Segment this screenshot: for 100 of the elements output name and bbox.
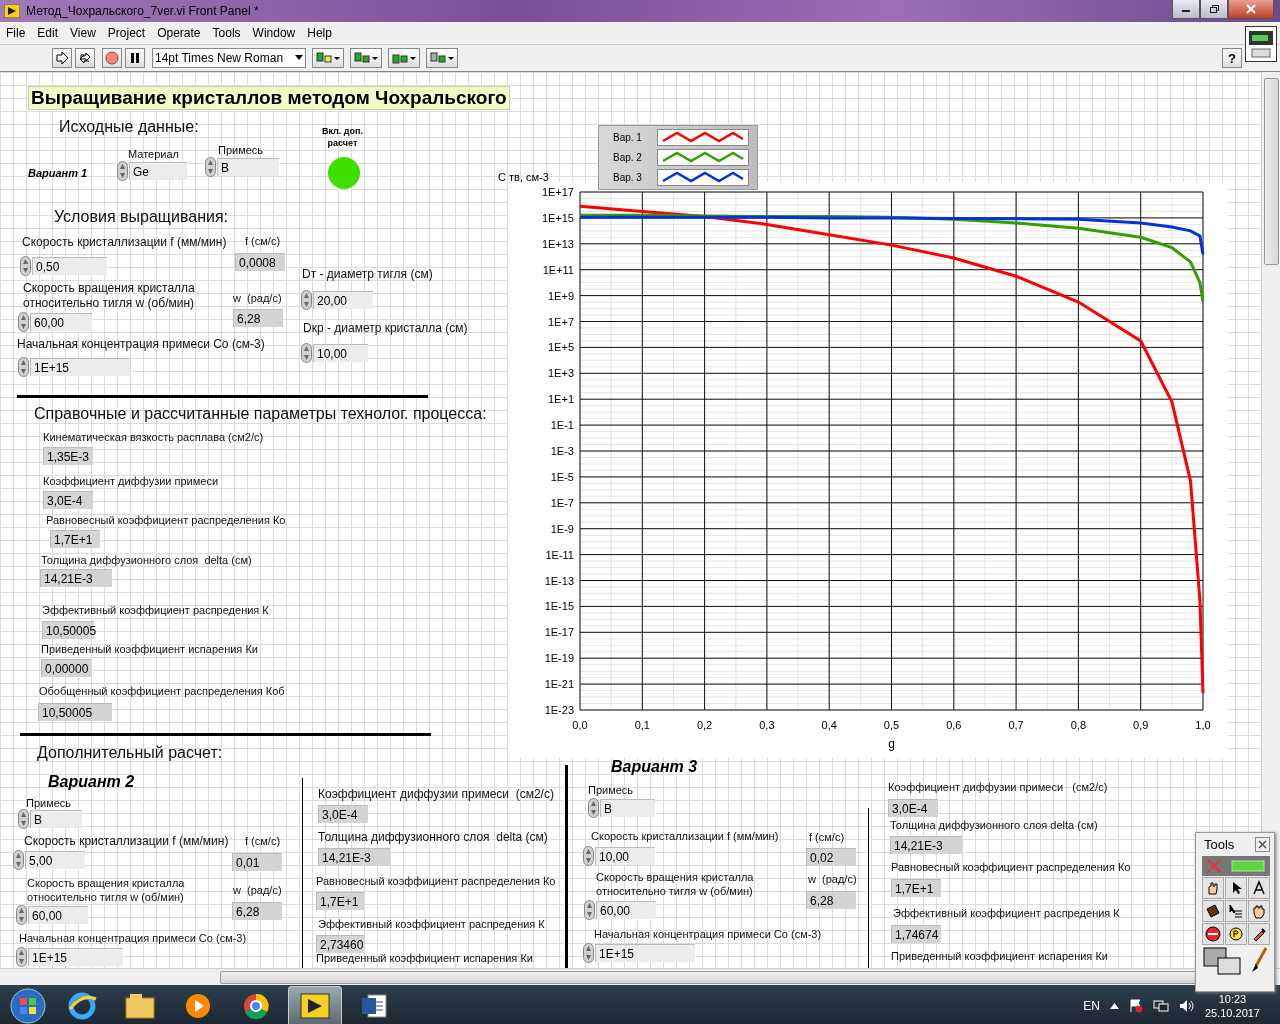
hand-icon[interactable] xyxy=(1248,900,1270,922)
reorder-button[interactable] xyxy=(426,48,458,68)
numeric-indicator: 0,00000 xyxy=(41,659,91,677)
spinner-button[interactable] xyxy=(18,357,29,377)
distribute-objects-button[interactable] xyxy=(350,48,382,68)
close-button[interactable] xyxy=(1255,837,1270,852)
numeric-control[interactable]: 10,00 xyxy=(313,344,368,362)
spinner-button[interactable] xyxy=(18,809,29,829)
menu-item[interactable]: Help xyxy=(301,26,338,40)
network-icon[interactable] xyxy=(1152,999,1169,1013)
probe-icon[interactable] xyxy=(1225,923,1247,945)
spinner-button[interactable] xyxy=(301,343,312,363)
control-label: Начальная концентрация примеси Со (см-3) xyxy=(19,932,247,946)
pause-button[interactable] xyxy=(125,48,145,68)
spinner-button[interactable] xyxy=(117,161,128,181)
window-title: Метод_Чохральского_7ver.vi Front Panel * xyxy=(26,4,260,18)
ring-control[interactable]: B xyxy=(600,799,655,817)
menu-item[interactable]: File xyxy=(0,26,32,40)
clock-time[interactable]: 10:23 xyxy=(1218,991,1247,1006)
axis-tick-label: 0,2 xyxy=(696,719,713,731)
help-button[interactable]: ? xyxy=(1222,48,1242,68)
numeric-indicator: 14,21E-3 xyxy=(890,836,962,854)
numeric-control[interactable]: 60,00 xyxy=(596,901,656,919)
axis-tick-label: 1E-7 xyxy=(550,496,574,509)
numeric-control[interactable]: 60,00 xyxy=(28,906,88,924)
speaker-icon[interactable] xyxy=(1178,999,1195,1013)
clock-date[interactable]: 25.10.2017 xyxy=(1204,1006,1260,1021)
run-button[interactable] xyxy=(52,48,72,68)
abort-button[interactable] xyxy=(102,48,122,68)
spinner-button[interactable] xyxy=(20,256,31,276)
numeric-control[interactable]: 10,00 xyxy=(595,847,655,865)
control-label: Dкр - диаметр кристалла (см) xyxy=(303,321,468,336)
text-cursor-icon[interactable] xyxy=(1248,877,1270,899)
spinner-button[interactable] xyxy=(18,312,29,332)
align-objects-button[interactable] xyxy=(312,48,344,68)
menu-item[interactable]: Operate xyxy=(151,26,207,40)
axis-tick-label: 1E+11 xyxy=(542,263,574,276)
axis-tick-label: 0,3 xyxy=(759,719,775,731)
font-dropdown[interactable]: 14pt Times New Roman xyxy=(152,48,306,68)
spinner-button[interactable] xyxy=(583,846,594,866)
spinner-button[interactable] xyxy=(16,905,27,925)
stop-sign-icon[interactable] xyxy=(1202,923,1224,945)
spinner-button[interactable] xyxy=(13,850,24,870)
run-continuously-button[interactable] xyxy=(75,48,95,68)
indicator-label: w (рад/с) xyxy=(808,873,857,887)
numeric-control[interactable]: 1E+15 xyxy=(30,358,130,376)
axis-tick-label: 1E-3 xyxy=(550,445,574,457)
menu-pointer-icon[interactable] xyxy=(1225,900,1247,922)
numeric-indicator: 6,28 xyxy=(806,891,856,909)
app-icon xyxy=(4,4,20,18)
section-heading: Условия выращивания: xyxy=(54,208,229,226)
spinner-button[interactable] xyxy=(205,157,216,177)
app-icon[interactable] xyxy=(288,986,342,1024)
variant-label: Вариант 2 xyxy=(48,773,135,791)
palette-title: Tools xyxy=(1204,837,1235,852)
resize-objects-button[interactable] xyxy=(388,48,420,68)
numeric-control[interactable]: 60,00 xyxy=(30,313,92,331)
ring-control[interactable]: Ge xyxy=(129,162,187,180)
hand-icon[interactable] xyxy=(1202,877,1224,899)
legend-label: Вар. 1 xyxy=(613,132,643,143)
spinner-button[interactable] xyxy=(583,943,594,963)
ring-control[interactable]: B xyxy=(30,810,82,828)
spinner-button[interactable] xyxy=(301,290,312,310)
vi-icon[interactable] xyxy=(1245,26,1277,62)
panel-title: Выращивание кристаллов методом Чохральского xyxy=(28,86,510,110)
menu-item[interactable]: Tools xyxy=(206,26,247,40)
legend-label: Вар. 3 xyxy=(613,172,643,183)
spinner-button[interactable] xyxy=(588,798,599,818)
up-arrow-icon[interactable] xyxy=(1109,1003,1119,1009)
menu-item[interactable]: View xyxy=(64,26,102,40)
spinner-button[interactable] xyxy=(584,900,595,920)
numeric-control[interactable]: 20,00 xyxy=(313,291,373,309)
close-icon xyxy=(1246,4,1256,14)
control-label: Скорость вращения кристалла относительно тигля w (об/мин) xyxy=(596,871,754,899)
numeric-control[interactable]: 1E+15 xyxy=(595,944,695,962)
loop-arrows-icon xyxy=(78,51,92,65)
numeric-control[interactable]: 1E+15 xyxy=(28,948,123,966)
ring-control[interactable]: B xyxy=(217,158,279,176)
numeric-control[interactable]: 0,50 xyxy=(32,257,107,275)
horizontal-scrollbar[interactable] xyxy=(0,968,1280,985)
minimize-button[interactable] xyxy=(1172,0,1200,19)
restore-button[interactable] xyxy=(1200,0,1228,19)
flag-icon[interactable] xyxy=(1128,999,1143,1013)
close-button[interactable] xyxy=(1228,0,1274,19)
indicator-label: Толщина диффузионного слоя delta (см) xyxy=(890,819,1098,833)
axis-tick-label: 0,8 xyxy=(1070,719,1087,731)
menu-item[interactable]: Window xyxy=(246,26,302,40)
spinner-button[interactable] xyxy=(16,947,27,967)
menu-item[interactable]: Project xyxy=(101,26,152,40)
eyedropper-icon[interactable] xyxy=(1248,923,1270,945)
axis-tick-label: 1E-19 xyxy=(544,652,574,665)
language-indicator[interactable]: EN xyxy=(1083,999,1100,1013)
menu-item[interactable]: Edit xyxy=(31,26,65,40)
indicator-label: Коэффициент диффузии примеси (см2/с) xyxy=(318,787,554,802)
blocks-icon xyxy=(353,51,379,65)
pointer-icon[interactable] xyxy=(1225,877,1247,899)
numeric-indicator: 1,7E+1 xyxy=(891,879,941,897)
axis-tick-label: 1E-5 xyxy=(550,470,574,483)
numeric-control[interactable]: 5,00 xyxy=(25,851,85,869)
spool-icon[interactable] xyxy=(1202,900,1224,922)
